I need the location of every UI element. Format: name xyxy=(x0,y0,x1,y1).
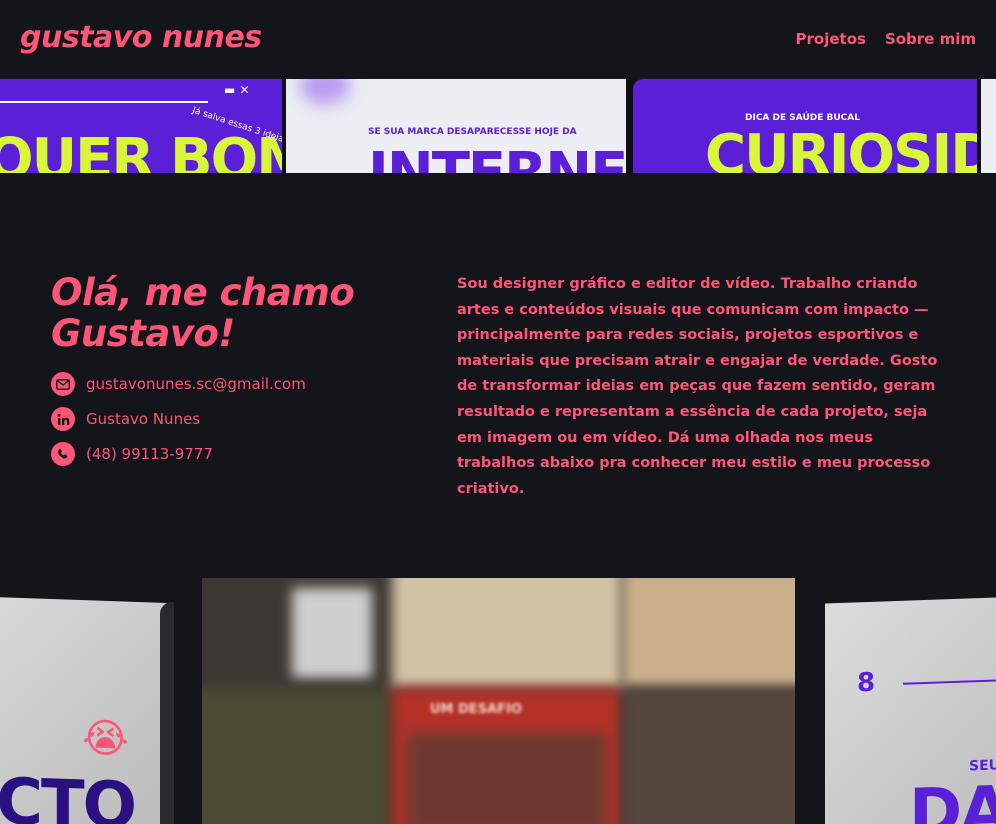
thumbnail-caption: DICA DE SAÚDE BUCAL xyxy=(745,113,860,123)
email-text: gustavonunes.sc@gmail.com xyxy=(86,375,306,393)
linkedin-icon xyxy=(51,407,75,431)
mail-icon xyxy=(51,372,75,396)
nav-link-sobre-mim[interactable]: Sobre mim xyxy=(885,30,976,48)
top-navbar: gustavo nunes Projetos Sobre mim xyxy=(0,0,996,79)
main-nav: Projetos Sobre mim xyxy=(796,30,976,48)
carousel-card-number: 8 xyxy=(857,667,876,699)
project-thumbnail[interactable]: DICA DE SAÚDE BUCAL CURIOSIDADE xyxy=(633,79,977,173)
whatsapp-icon xyxy=(51,442,75,466)
linkedin-text: Gustavo Nunes xyxy=(86,410,201,428)
crying-emoji-icon: 😭 xyxy=(82,715,129,763)
contact-list: gustavonunes.sc@gmail.com Gustavo Nunes … xyxy=(51,372,306,477)
hero-title: Olá, me chamo Gustavo! xyxy=(51,271,355,355)
thumbnail-headline: QUER BOMBAR xyxy=(0,127,282,173)
linkedin-contact[interactable]: Gustavo Nunes xyxy=(51,407,306,431)
phone-text: (48) 99113-9777 xyxy=(86,445,213,463)
site-logo[interactable]: gustavo nunes xyxy=(20,20,262,55)
carousel-card-edge xyxy=(160,602,174,824)
close-icon: ▬ ✕ xyxy=(224,83,250,97)
projects-carousel: 😭 CTO UM DESAFIO 8 SEU DA xyxy=(0,578,996,824)
carousel-card-headline: DA xyxy=(909,773,996,824)
carousel-card-left[interactable]: 😭 CTO xyxy=(0,596,170,824)
carousel-card-caption: SEU xyxy=(969,757,996,775)
about-paragraph: Sou designer gráfico e editor de vídeo. … xyxy=(457,276,938,497)
phone-contact[interactable]: (48) 99113-9777 xyxy=(51,442,306,466)
thumbnail-headline: INTERNET xyxy=(368,141,626,173)
project-thumbnail[interactable] xyxy=(981,79,996,173)
carousel-card-headline: CTO xyxy=(0,765,136,824)
project-thumbnail[interactable]: ▬ ✕ Já salva essas 3 ideias QUER BOMBAR xyxy=(0,79,282,173)
featured-projects-strip: ▬ ✕ Já salva essas 3 ideias QUER BOMBAR … xyxy=(0,79,996,173)
carousel-card-label: UM DESAFIO xyxy=(430,702,522,717)
carousel-card-active[interactable]: UM DESAFIO xyxy=(202,578,795,824)
project-thumbnail[interactable]: SE SUA MARCA DESAPARECESSE HOJE DA INTER… xyxy=(286,79,626,173)
nav-link-projetos[interactable]: Projetos xyxy=(796,30,866,48)
email-contact[interactable]: gustavonunes.sc@gmail.com xyxy=(51,372,306,396)
thumbnail-headline: CURIOSIDADE xyxy=(705,123,977,173)
thumbnail-caption: SE SUA MARCA DESAPARECESSE HOJE DA xyxy=(368,127,577,137)
carousel-card-right[interactable]: 8 SEU DA xyxy=(825,596,996,824)
